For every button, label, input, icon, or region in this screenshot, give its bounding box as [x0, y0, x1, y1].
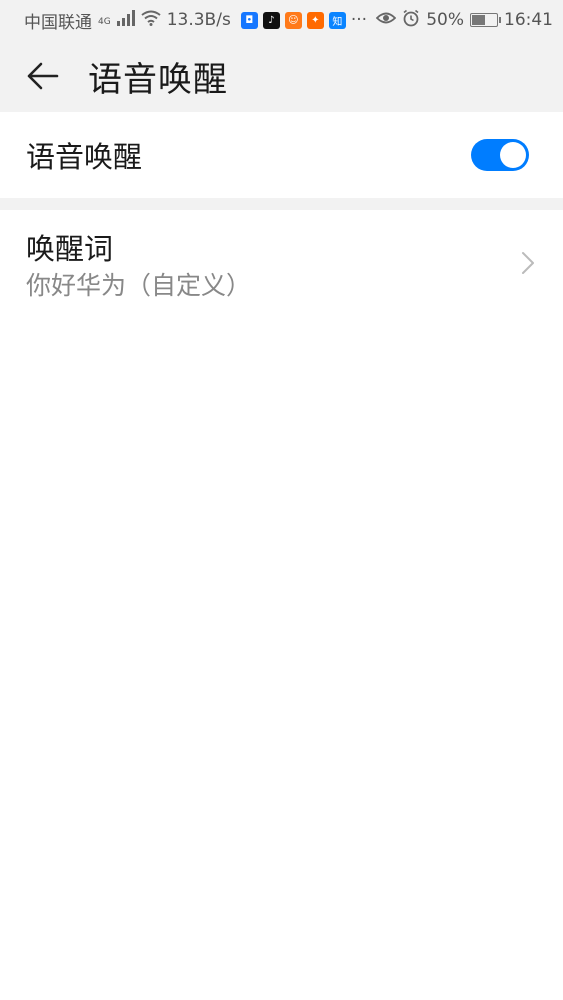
- battery-percent: 50%: [426, 10, 464, 30]
- network-speed: 13.3B/s: [166, 10, 231, 30]
- back-button[interactable]: [20, 53, 66, 99]
- voice-wake-label: 语音唤醒: [26, 140, 143, 174]
- tiktok-app-icon: ♪: [262, 11, 280, 29]
- signal-icon: [116, 9, 135, 31]
- screen: 中国联通 4G 13.3B/s ◘ ♪ ☺ ✦ 知 ··· 50% 16:41 …: [0, 0, 563, 1000]
- page-title: 语音唤醒: [88, 59, 228, 100]
- arrow-left-icon: [27, 62, 59, 90]
- uc-app-icon: ☺: [284, 11, 302, 29]
- eye-icon: [375, 10, 397, 30]
- wake-word-texts: 唤醒词 你好华为（自定义）: [26, 228, 251, 302]
- clock-time: 16:41: [504, 10, 553, 30]
- status-left: 中国联通 4G 13.3B/s: [24, 8, 231, 33]
- notification-icons: ◘ ♪ ☺ ✦ 知 ···: [240, 10, 368, 30]
- wake-word-row[interactable]: 唤醒词 你好华为（自定义）: [0, 210, 563, 320]
- carrier-label: 中国联通: [24, 12, 92, 33]
- wifi-icon: [141, 10, 161, 31]
- network-type: 4G: [98, 16, 111, 27]
- wake-word-title: 唤醒词: [26, 232, 114, 266]
- more-notifications: ···: [350, 10, 368, 30]
- title-bar: 语音唤醒: [0, 40, 563, 112]
- battery-icon: [470, 13, 501, 27]
- wake-word-value: 你好华为（自定义）: [26, 271, 252, 300]
- zhihu-app-icon: 知: [328, 11, 346, 29]
- taobao-app-icon: ✦: [306, 11, 324, 29]
- section-divider: [0, 198, 563, 210]
- toggle-knob: [500, 142, 526, 168]
- status-right: 50% 16:41: [375, 9, 553, 32]
- status-bar: 中国联通 4G 13.3B/s ◘ ♪ ☺ ✦ 知 ··· 50% 16:41: [0, 0, 563, 40]
- voice-wake-row[interactable]: 语音唤醒: [0, 112, 563, 198]
- chevron-right-icon: [521, 251, 535, 279]
- alarm-icon: [402, 9, 420, 32]
- shield-app-icon: ◘: [240, 11, 258, 29]
- voice-wake-toggle[interactable]: [471, 139, 529, 171]
